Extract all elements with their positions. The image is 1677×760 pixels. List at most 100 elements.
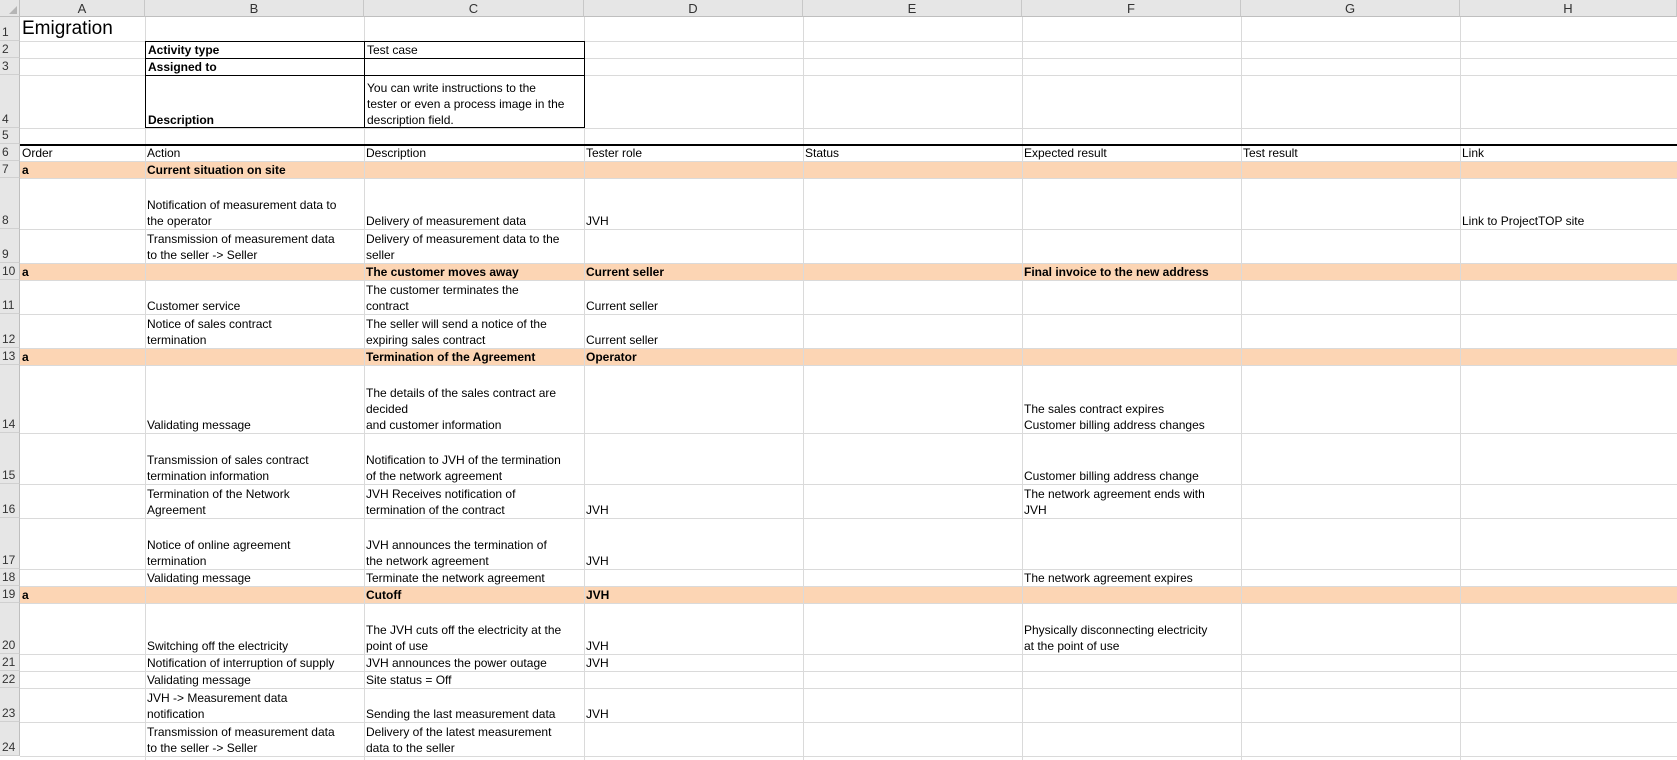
cell-b9[interactable]: Transmission of measurement data to the s… (145, 229, 364, 263)
activity-type-value[interactable]: Test case (365, 41, 585, 58)
assigned-to-label[interactable]: Assigned to (146, 58, 364, 75)
cell-d19[interactable]: JVH (584, 586, 803, 603)
cell-a19[interactable]: a (20, 586, 145, 603)
cell-b8[interactable]: Notification of measurement data to the o… (145, 178, 364, 229)
cell-d10[interactable]: Current seller (584, 263, 803, 280)
cell-f20[interactable]: Physically disconnecting electricity at t… (1022, 603, 1241, 654)
row-header-10[interactable]: 10 (0, 263, 20, 280)
column-header-e[interactable]: E (803, 0, 1022, 17)
cell-c16[interactable]: JVH Receives notification of termination … (364, 484, 584, 518)
row-header-24[interactable]: 24 (0, 722, 20, 756)
cell-c19[interactable]: Cutoff (364, 586, 584, 603)
header-status[interactable]: Status (803, 144, 1022, 161)
cell-d8[interactable]: JVH (584, 178, 803, 229)
row-header-11[interactable]: 11 (0, 280, 20, 314)
column-header-a[interactable]: A (20, 0, 145, 17)
row-header-18[interactable]: 18 (0, 569, 20, 586)
cell-c9[interactable]: Delivery of measurement data to the selle… (364, 229, 584, 263)
header-description[interactable]: Description (364, 144, 584, 161)
cell-d16[interactable]: JVH (584, 484, 803, 518)
cell-d17[interactable]: JVH (584, 518, 803, 569)
cell-b11[interactable]: Customer service (145, 280, 364, 314)
cell-d12[interactable]: Current seller (584, 314, 803, 348)
cell-c15[interactable]: Notification to JVH of the termination of… (364, 433, 584, 484)
cell-c18[interactable]: Terminate the network agreement (364, 569, 584, 586)
header-expected-result[interactable]: Expected result (1022, 144, 1241, 161)
row-header-9[interactable]: 9 (0, 229, 20, 263)
cell-b20[interactable]: Switching off the electricity (145, 603, 364, 654)
cell-c12[interactable]: The seller will send a notice of the expi… (364, 314, 584, 348)
row-header-5[interactable]: 5 (0, 128, 20, 144)
cell-d23[interactable]: JVH (584, 688, 803, 722)
row-header-20[interactable]: 20 (0, 603, 20, 654)
cell-b14[interactable]: Validating message (145, 365, 364, 433)
cell-b18[interactable]: Validating message (145, 569, 364, 586)
row-header-22[interactable]: 22 (0, 671, 20, 688)
cell-b23[interactable]: JVH -> Measurement data notification (145, 688, 364, 722)
row-header-7[interactable]: 7 (0, 161, 20, 178)
cell-b21[interactable]: Notification of interruption of supply (145, 654, 364, 671)
header-test-result[interactable]: Test result (1241, 144, 1460, 161)
cell-b12[interactable]: Notice of sales contract termination (145, 314, 364, 348)
row-header-16[interactable]: 16 (0, 484, 20, 518)
cell-a13[interactable]: a (20, 348, 145, 365)
header-action[interactable]: Action (145, 144, 364, 161)
cell-c23[interactable]: Sending the last measurement data (364, 688, 584, 722)
cell-c22[interactable]: Site status = Off (364, 671, 584, 688)
cell-c24[interactable]: Delivery of the latest measurement data t… (364, 722, 584, 756)
column-header-f[interactable]: F (1022, 0, 1241, 17)
row-header-8[interactable]: 8 (0, 178, 20, 229)
row-header-13[interactable]: 13 (0, 348, 20, 365)
cell-b22[interactable]: Validating message (145, 671, 364, 688)
row-header-21[interactable]: 21 (0, 654, 20, 671)
row-header-23[interactable]: 23 (0, 688, 20, 722)
cell-c10[interactable]: The customer moves away (364, 263, 584, 280)
cell-c21[interactable]: JVH announces the power outage (364, 654, 584, 671)
cell-c13[interactable]: Termination of the Agreement (364, 348, 584, 365)
row-header-17[interactable]: 17 (0, 518, 20, 569)
cell-b16[interactable]: Termination of the Network Agreement (145, 484, 364, 518)
cell-d11[interactable]: Current seller (584, 280, 803, 314)
row-header-19[interactable]: 19 (0, 586, 20, 603)
cell-d20[interactable]: JVH (584, 603, 803, 654)
header-order[interactable]: Order (20, 144, 145, 161)
cell-c8[interactable]: Delivery of measurement data (364, 178, 584, 229)
column-header-d[interactable]: D (584, 0, 803, 17)
description-label[interactable]: Description (146, 75, 364, 128)
row-header-14[interactable]: 14 (0, 365, 20, 433)
cell-b24[interactable]: Transmission of measurement data to the s… (145, 722, 364, 756)
column-header-c[interactable]: C (364, 0, 584, 17)
header-link[interactable]: Link (1460, 144, 1677, 161)
cell-c20[interactable]: The JVH cuts off the electricity at the p… (364, 603, 584, 654)
cell-b15[interactable]: Transmission of sales contract terminatio… (145, 433, 364, 484)
cell-d21[interactable]: JVH (584, 654, 803, 671)
column-header-g[interactable]: G (1241, 0, 1460, 17)
cell-f16[interactable]: The network agreement ends with JVH (1022, 484, 1241, 518)
row-header-6[interactable]: 6 (0, 144, 20, 161)
cell-f15[interactable]: Customer billing address change (1022, 433, 1241, 484)
column-header-h[interactable]: H (1460, 0, 1677, 17)
cell-b7[interactable]: Current situation on site (145, 161, 364, 178)
row-header-15[interactable]: 15 (0, 433, 20, 484)
row-header-12[interactable]: 12 (0, 314, 20, 348)
cell-b17[interactable]: Notice of online agreement termination (145, 518, 364, 569)
spreadsheet-grid[interactable]: ABCDEFGH 1 2 3 4 5 6 7 8 9 10 11 12 13 14 15 16 17 18 19 20… (0, 0, 1677, 760)
cell-a10[interactable]: a (20, 263, 145, 280)
cell-h8[interactable]: Link to ProjectTOP site (1460, 178, 1677, 229)
sheet-title[interactable]: Emigration (20, 17, 320, 41)
cell-c14[interactable]: The details of the sales contract are dec… (364, 365, 584, 433)
cell-a7[interactable]: a (20, 161, 145, 178)
assigned-to-value[interactable] (365, 58, 585, 75)
row-header-2[interactable]: 2 (0, 41, 20, 58)
column-header-b[interactable]: B (145, 0, 364, 17)
select-all-corner[interactable] (0, 0, 20, 17)
cell-d13[interactable]: Operator (584, 348, 803, 365)
row-header-1[interactable]: 1 (0, 17, 20, 41)
cell-f14[interactable]: The sales contract expires Customer billi… (1022, 365, 1241, 433)
header-tester-role[interactable]: Tester role (584, 144, 803, 161)
activity-type-label[interactable]: Activity type (146, 41, 364, 58)
cell-f18[interactable]: The network agreement expires (1022, 569, 1241, 586)
description-value[interactable]: You can write instructions to the tester… (365, 75, 585, 128)
cell-c17[interactable]: JVH announces the termination of the netw… (364, 518, 584, 569)
row-header-3[interactable]: 3 (0, 58, 20, 75)
